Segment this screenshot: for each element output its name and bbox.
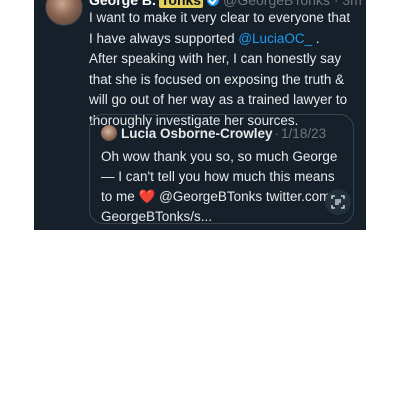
heart-icon: ❤️	[138, 189, 156, 204]
author-name-highlight[interactable]: Tonks	[158, 0, 204, 8]
tweet-text: I want to make it very clear to everyone…	[89, 8, 351, 131]
quoted-date[interactable]: 1/18/23	[281, 126, 326, 141]
text-scan-icon[interactable]	[325, 189, 351, 215]
author-handle-time[interactable]: @GeorgeBTonks · 3m	[223, 0, 362, 8]
quoted-tweet-text: Oh wow thank you so, so much George — I …	[101, 147, 349, 227]
quoted-author-name[interactable]: Lucia Osborne-Crowley	[121, 126, 273, 141]
verified-badge-icon	[207, 0, 220, 6]
author-name[interactable]: George B.	[89, 0, 156, 8]
text-scan-glyph	[331, 195, 345, 209]
author-avatar[interactable]	[45, 0, 83, 26]
mention-link[interactable]: @LuciaOC_	[238, 31, 312, 46]
quoted-text-line2: @GeorgeBTonks twitter.com/ GeorgeBTonks/…	[101, 189, 335, 224]
quoted-tweet[interactable]: Lucia Osborne-Crowley · 1/18/23 Oh wow t…	[89, 114, 354, 224]
tweet-card: George B. Tonks @GeorgeBTonks · 3m I wan…	[34, 0, 366, 230]
quoted-tweet-header: Lucia Osborne-Crowley · 1/18/23	[101, 125, 326, 141]
quoted-author-avatar[interactable]	[101, 125, 117, 141]
separator-dot: ·	[274, 125, 280, 141]
